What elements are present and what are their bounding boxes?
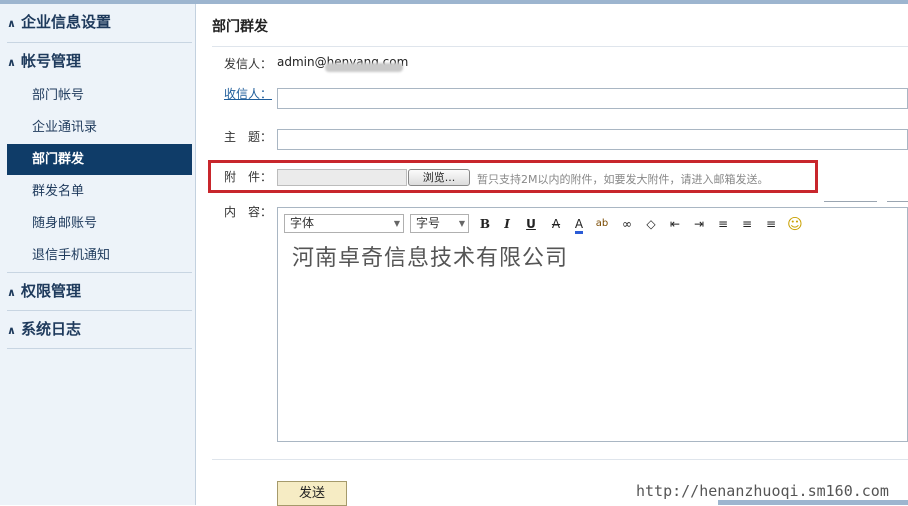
chevron-down-icon: ▼ <box>458 219 465 228</box>
link-icon[interactable]: ∞ <box>618 215 636 233</box>
send-button[interactable]: 发送 <box>277 481 347 506</box>
italic-icon[interactable]: I <box>498 215 516 233</box>
divider <box>7 348 192 349</box>
content-label: 内 容： <box>224 205 273 219</box>
sidebar: ∧ 企业信息设置 ∧ 帐号管理 部门帐号 企业通讯录 部门群发 群发名单 随身邮账号… <box>0 4 196 505</box>
indent-icon[interactable]: ⇥ <box>690 215 708 233</box>
align-center-icon[interactable]: ≡ <box>738 215 756 233</box>
divider <box>824 201 877 202</box>
align-left-icon[interactable]: ≡ <box>714 215 732 233</box>
divider <box>212 46 908 47</box>
watermark-text: http://henanzhuoqi.sm160.com <box>636 482 889 500</box>
sidebar-item-bounce-sms-notify[interactable]: 退信手机通知 <box>7 240 192 271</box>
font-size-select[interactable]: 字号 ▼ <box>410 214 469 233</box>
divider <box>212 459 908 460</box>
sender-label: 发信人： <box>224 57 273 71</box>
divider <box>887 201 908 202</box>
chevron-up-icon: ∧ <box>7 56 16 69</box>
attachment-hint: 暂只支持2M以内的附件，如要发大附件，请进入邮箱发送。 <box>477 173 769 186</box>
font-color-icon[interactable]: A <box>570 215 588 234</box>
sidebar-section-enterprise-settings[interactable]: ∧ 企业信息设置 <box>7 4 192 40</box>
subject-input[interactable] <box>277 129 908 150</box>
recipient-input[interactable] <box>277 88 908 109</box>
chevron-up-icon: ∧ <box>7 286 16 299</box>
subject-label: 主 题： <box>224 130 273 144</box>
browse-button[interactable]: 浏览... <box>408 169 470 186</box>
bold-icon[interactable]: B <box>476 215 494 233</box>
editor-content-text: 河南卓奇信息技术有限公司 <box>292 246 569 271</box>
attachment-path-input[interactable] <box>277 169 407 186</box>
sidebar-section-system-log[interactable]: ∧ 系统日志 <box>7 311 192 347</box>
editor-toolbar: 字体 ▼ 字号 ▼ B I U A A ab ∞ ◇ ⇤ ⇥ ≡ ≡ ≡ ☺ <box>282 210 804 236</box>
redacted-blur <box>325 63 403 72</box>
sidebar-item-mobile-mail-account[interactable]: 随身邮账号 <box>7 208 192 239</box>
content-editor[interactable]: 字体 ▼ 字号 ▼ B I U A A ab ∞ ◇ ⇤ ⇥ ≡ ≡ ≡ ☺ 河南卓… <box>277 207 908 442</box>
recipient-link[interactable]: 收信人： <box>224 85 272 102</box>
sidebar-item-dept-mass-mail[interactable]: 部门群发 <box>7 144 192 175</box>
outdent-icon[interactable]: ⇤ <box>666 215 684 233</box>
chevron-down-icon: ▼ <box>393 219 400 228</box>
main-panel: 部门群发 发信人： admin@henyang.com 收信人： 主 题： 附 … <box>197 4 908 506</box>
sidebar-section-account-management[interactable]: ∧ 帐号管理 <box>7 43 192 79</box>
sidebar-section-permission-management[interactable]: ∧ 权限管理 <box>7 273 192 309</box>
bottom-bar <box>718 500 908 505</box>
chevron-up-icon: ∧ <box>7 17 16 30</box>
underline-icon[interactable]: U <box>522 215 540 233</box>
sidebar-item-mass-mail-list[interactable]: 群发名单 <box>7 176 192 207</box>
eraser-icon[interactable]: ◇ <box>642 215 660 233</box>
strikethrough-icon[interactable]: A <box>547 215 565 233</box>
font-select[interactable]: 字体 ▼ <box>284 214 404 233</box>
attachment-label: 附 件： <box>224 170 273 184</box>
align-right-icon[interactable]: ≡ <box>762 215 780 233</box>
sidebar-item-dept-accounts[interactable]: 部门帐号 <box>7 80 192 111</box>
sidebar-item-enterprise-contacts[interactable]: 企业通讯录 <box>7 112 192 143</box>
chevron-up-icon: ∧ <box>7 324 16 337</box>
emoticon-icon[interactable]: ☺ <box>786 215 804 233</box>
page-title: 部门群发 <box>212 19 268 35</box>
highlight-icon[interactable]: ab <box>593 215 611 233</box>
